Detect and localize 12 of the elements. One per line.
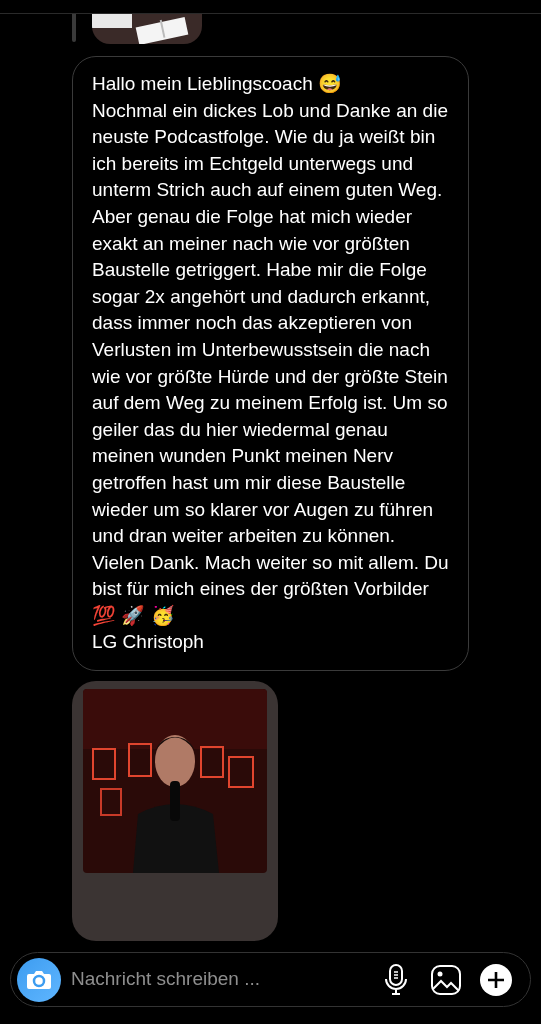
microphone-icon[interactable] bbox=[385, 963, 407, 996]
image-icon[interactable] bbox=[431, 964, 461, 995]
shared-post-card[interactable] bbox=[72, 681, 278, 942]
message-text: Hallo mein Lieblingscoach 😅 bbox=[92, 72, 343, 96]
camera-icon bbox=[26, 968, 52, 991]
message-input[interactable]: Nachricht schreiben ... bbox=[71, 965, 385, 994]
message-field[interactable]: Nachricht schreiben ... bbox=[10, 952, 531, 1007]
message-text: LG Christoph bbox=[92, 630, 205, 655]
camera-button[interactable] bbox=[17, 957, 61, 1002]
plus-icon bbox=[487, 970, 505, 989]
add-button[interactable] bbox=[480, 963, 512, 996]
message-text: Nochmal ein dickes Lob und Danke an die neuste Podcastfolge. Wie du ja weißt bin ich bereits im Echtgeld unterwegs und unterm Strich auch auf einem guten Weg. Aber genau die Folge hat mich wieder exakt an meiner nach wie vor größten Baustelle getriggert. Habe mir die Folge sogar 2x angehört und dadurch erkannt, dass immer noch das akzeptieren von Verlusten im Unterbewusstsein die nach wie vor größte Hürde und der größte Stein auf dem Weg zu meinem Erfolg ist. Um so geiler das du hier wiedermal genau meinen wunden Punkt meinen Nerv getroffen hast um mir diese Baustelle wieder um so klarer vor Augen zu führen und dran weiter arbeiten zu können. Vielen Dank. Mach weiter so mit allem. Du bist für mich eines der größten Vorbilder 💯 🚀 🥳 bbox=[92, 98, 449, 628]
